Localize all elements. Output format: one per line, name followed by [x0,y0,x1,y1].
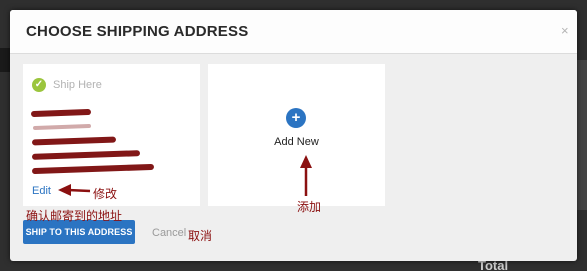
ship-annotation: 确认邮寄到的地址 [26,209,123,223]
edit-annotation: 修改 [93,187,118,201]
cancel-annotation: 取消 [188,229,213,243]
edit-annotation-arrowhead [58,184,71,196]
add-annotation: 添加 [297,200,322,214]
edit-annotation-arrow-shaft [67,188,91,193]
annotation-arrows [58,155,312,196]
add-annotation-arrowhead [300,155,312,168]
